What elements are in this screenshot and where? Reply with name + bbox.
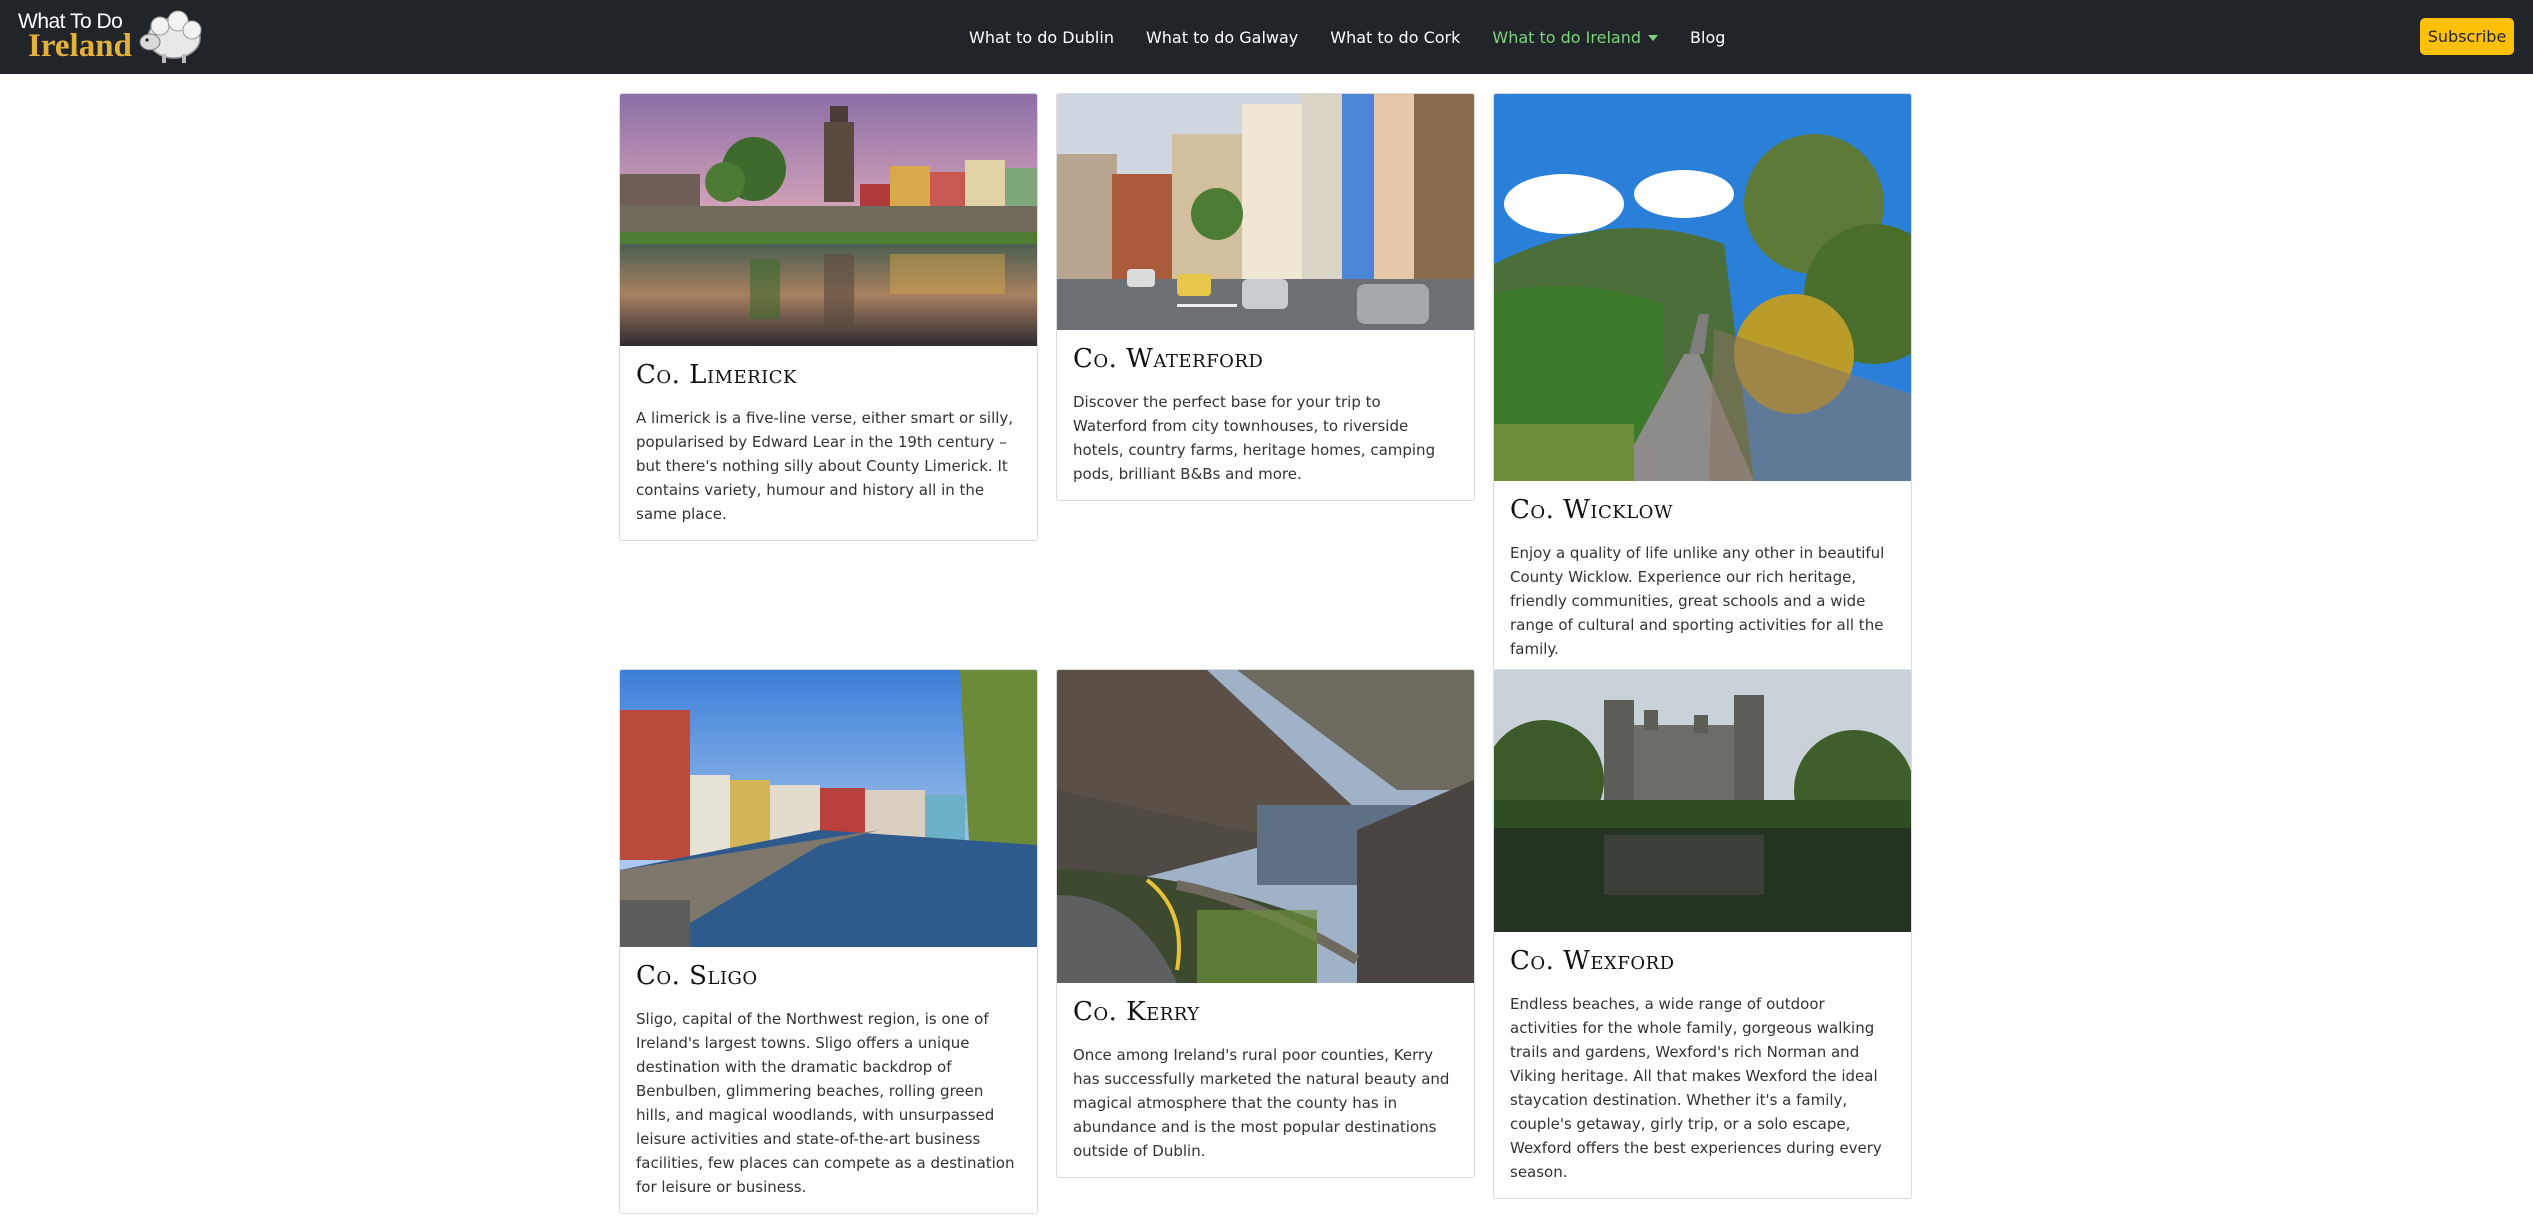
card-text: Once among Ireland's rural poor counties… — [1073, 1046, 1450, 1160]
brand-line2: Ireland — [28, 28, 132, 64]
card-title[interactable]: Co. Wexford — [1510, 946, 1895, 976]
card-title[interactable]: Co. Limerick — [636, 360, 1021, 390]
card-image[interactable] — [620, 670, 1037, 947]
card-waterford[interactable]: Co. Waterford Discover the perfect base … — [1056, 93, 1475, 501]
nav-link-galway[interactable]: What to do Galway — [1146, 28, 1298, 47]
card-body: Co. Wexford Endless beaches, a wide rang… — [1494, 932, 1911, 1198]
nav-dropdown-ireland-label: What to do Ireland — [1492, 27, 1642, 47]
sheep-icon — [139, 10, 202, 63]
card-image[interactable] — [620, 94, 1037, 346]
card-text: A limerick is a five-line verse, either … — [636, 409, 1014, 523]
card-text: Endless beaches, a wide range of outdoor… — [1510, 995, 1882, 1181]
nav-link-cork[interactable]: What to do Cork — [1330, 28, 1460, 47]
main-nav: What to do Dublin What to do Galway What… — [969, 0, 1757, 74]
card-body: Co. Waterford Discover the perfect base … — [1057, 330, 1474, 500]
card-title[interactable]: Co. Kerry — [1073, 997, 1458, 1027]
card-wicklow[interactable]: Co. Wicklow Enjoy a quality of life unli… — [1493, 93, 1912, 676]
card-body: Co. Kerry Once among Ireland's rural poo… — [1057, 983, 1474, 1177]
nav-link-dublin[interactable]: What to do Dublin — [969, 28, 1114, 47]
card-text: Enjoy a quality of life unlike any other… — [1510, 544, 1885, 658]
subscribe-button[interactable]: Subscribe — [2420, 18, 2514, 55]
card-image[interactable] — [1494, 94, 1911, 481]
caret-down-icon — [1648, 35, 1659, 41]
card-kerry[interactable]: Co. Kerry Once among Ireland's rural poo… — [1056, 669, 1475, 1178]
card-body: Co. Sligo Sligo, capital of the Northwes… — [620, 947, 1037, 1213]
card-sligo[interactable]: Co. Sligo Sligo, capital of the Northwes… — [619, 669, 1038, 1214]
card-image[interactable] — [1057, 94, 1474, 330]
card-text: Sligo, capital of the Northwest region, … — [636, 1010, 1015, 1196]
card-title[interactable]: Co. Wicklow — [1510, 495, 1895, 525]
card-body: Co. Limerick A limerick is a five-line v… — [620, 346, 1037, 540]
card-wexford[interactable]: Co. Wexford Endless beaches, a wide rang… — [1493, 669, 1912, 1199]
card-body: Co. Wicklow Enjoy a quality of life unli… — [1494, 481, 1911, 675]
card-title[interactable]: Co. Waterford — [1073, 344, 1458, 374]
nav-dropdown-ireland[interactable]: What to do Ireland — [1492, 27, 1659, 47]
card-text: Discover the perfect base for your trip … — [1073, 393, 1436, 483]
nav-link-blog[interactable]: Blog — [1690, 28, 1725, 47]
card-title[interactable]: Co. Sligo — [636, 961, 1021, 991]
top-navbar: What To Do Ireland What to do Dublin Wha… — [0, 0, 2533, 74]
card-image[interactable] — [1494, 670, 1911, 932]
card-image[interactable] — [1057, 670, 1474, 983]
brand-logo[interactable]: What To Do Ireland — [18, 6, 203, 68]
card-limerick[interactable]: Co. Limerick A limerick is a five-line v… — [619, 93, 1038, 541]
